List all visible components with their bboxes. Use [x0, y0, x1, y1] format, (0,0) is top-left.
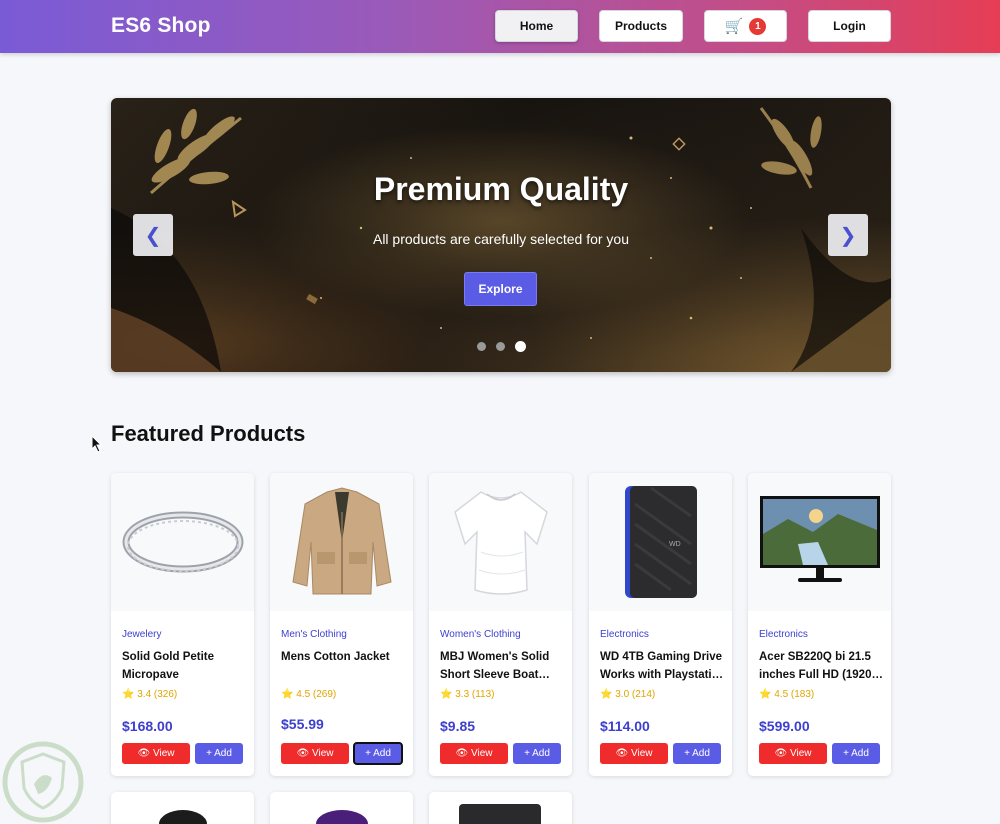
carousel-dot-2[interactable]: [496, 342, 505, 351]
carousel-dot-1[interactable]: [477, 342, 486, 351]
product-price: $599.00: [759, 718, 810, 734]
product-card[interactable]: Women's Clothing MBJ Women's Solid Short…: [429, 473, 572, 776]
featured-products-heading: Featured Products: [111, 421, 306, 446]
product-price: $9.85: [440, 718, 476, 734]
nav-products-label: Products: [614, 19, 667, 33]
product-price: $114.00: [600, 718, 650, 734]
add-to-cart-button[interactable]: + Add: [513, 743, 561, 764]
monitor-image: [759, 496, 880, 582]
hero-subtitle: All products are carefully selected for …: [372, 231, 629, 247]
carousel-next-button[interactable]: ❯: [828, 214, 868, 256]
login-button[interactable]: Login: [808, 10, 891, 42]
product-image[interactable]: [748, 473, 891, 611]
product-price: $55.99: [281, 716, 324, 732]
nav-home-button[interactable]: Home: [495, 10, 578, 42]
product-name[interactable]: MBJ Women's Solid Short Sleeve Boat…: [440, 648, 564, 684]
product-rating: ⭐ 4.5 (269): [281, 689, 337, 700]
carousel-indicators: [477, 341, 526, 352]
product-image[interactable]: [429, 473, 572, 611]
explore-button[interactable]: Explore: [464, 272, 537, 306]
product-category: Men's Clothing: [281, 629, 347, 640]
product-card[interactable]: [270, 792, 413, 824]
svg-text:WD: WD: [669, 541, 681, 548]
nav-products-button[interactable]: Products: [599, 10, 683, 42]
login-label: Login: [833, 19, 866, 33]
add-to-cart-button[interactable]: + Add: [195, 743, 243, 764]
add-to-cart-button[interactable]: + Add: [673, 743, 721, 764]
product-image: [459, 804, 541, 824]
view-button[interactable]: 👁 View: [759, 743, 827, 764]
product-rating: ⭐ 3.4 (326): [122, 689, 178, 700]
view-button[interactable]: 👁 View: [440, 743, 508, 764]
product-price: $168.00: [122, 718, 173, 734]
product-rating: ⭐ 3.3 (113): [440, 689, 495, 700]
product-image[interactable]: WD: [589, 473, 732, 611]
chevron-right-icon: ❯: [839, 224, 857, 247]
product-card[interactable]: Men's Clothing Mens Cotton Jacket ⭐ 4.5 …: [270, 473, 413, 776]
product-card[interactable]: [111, 792, 254, 824]
product-category: Electronics: [759, 629, 808, 640]
product-name[interactable]: Mens Cotton Jacket: [281, 648, 405, 666]
carousel-prev-button[interactable]: ❮: [133, 214, 173, 256]
product-name[interactable]: Acer SB220Q bi 21.5 inches Full HD (1920…: [759, 648, 883, 684]
cart-icon: 🛒: [724, 18, 744, 35]
product-image: [159, 810, 207, 824]
product-rating: ⭐ 3.0 (214): [600, 689, 656, 700]
chevron-left-icon: ❮: [144, 224, 162, 247]
hero-carousel: Premium Quality All products are careful…: [111, 98, 891, 372]
product-rating: ⭐ 4.5 (183): [759, 689, 815, 700]
tshirt-image: [453, 491, 548, 595]
cart-count-badge: 1: [749, 17, 767, 35]
product-image[interactable]: [270, 473, 413, 611]
product-name[interactable]: Solid Gold Petite Micropave: [122, 648, 246, 684]
jacket-image: [291, 487, 392, 595]
mouse-cursor-icon: [91, 435, 103, 453]
nav-home-label: Home: [519, 19, 554, 33]
product-image: [316, 810, 368, 824]
view-button[interactable]: 👁 View: [600, 743, 668, 764]
view-button[interactable]: 👁 View: [122, 743, 190, 764]
hero-title: Premium Quality: [373, 171, 629, 207]
product-card[interactable]: [429, 792, 572, 824]
product-card[interactable]: Electronics Acer SB220Q bi 21.5 inches F…: [748, 473, 891, 776]
carousel-dot-3[interactable]: [515, 341, 526, 352]
add-to-cart-button[interactable]: + Add: [832, 743, 880, 764]
brand-logo[interactable]: ES6 Shop: [111, 14, 211, 38]
ring-image: [122, 511, 243, 573]
add-to-cart-button[interactable]: + Add: [353, 742, 403, 765]
watermark-shield-icon: [2, 741, 84, 823]
view-button[interactable]: 👁 View: [281, 743, 349, 764]
top-navbar: ES6 Shop Home Products 🛒 1 Login: [0, 0, 1000, 53]
product-name[interactable]: WD 4TB Gaming Drive Works with Playstati…: [600, 648, 724, 684]
product-category: Electronics: [600, 629, 649, 640]
product-image[interactable]: [111, 473, 254, 611]
cart-button[interactable]: 🛒 1: [704, 10, 787, 42]
hard-drive-image: WD: [624, 486, 697, 598]
product-card[interactable]: WD Electronics WD 4TB Gaming Drive Works…: [589, 473, 732, 776]
product-category: Jewelery: [122, 629, 162, 640]
product-card[interactable]: Jewelery Solid Gold Petite Micropave ⭐ 3…: [111, 473, 254, 776]
product-category: Women's Clothing: [440, 629, 521, 640]
